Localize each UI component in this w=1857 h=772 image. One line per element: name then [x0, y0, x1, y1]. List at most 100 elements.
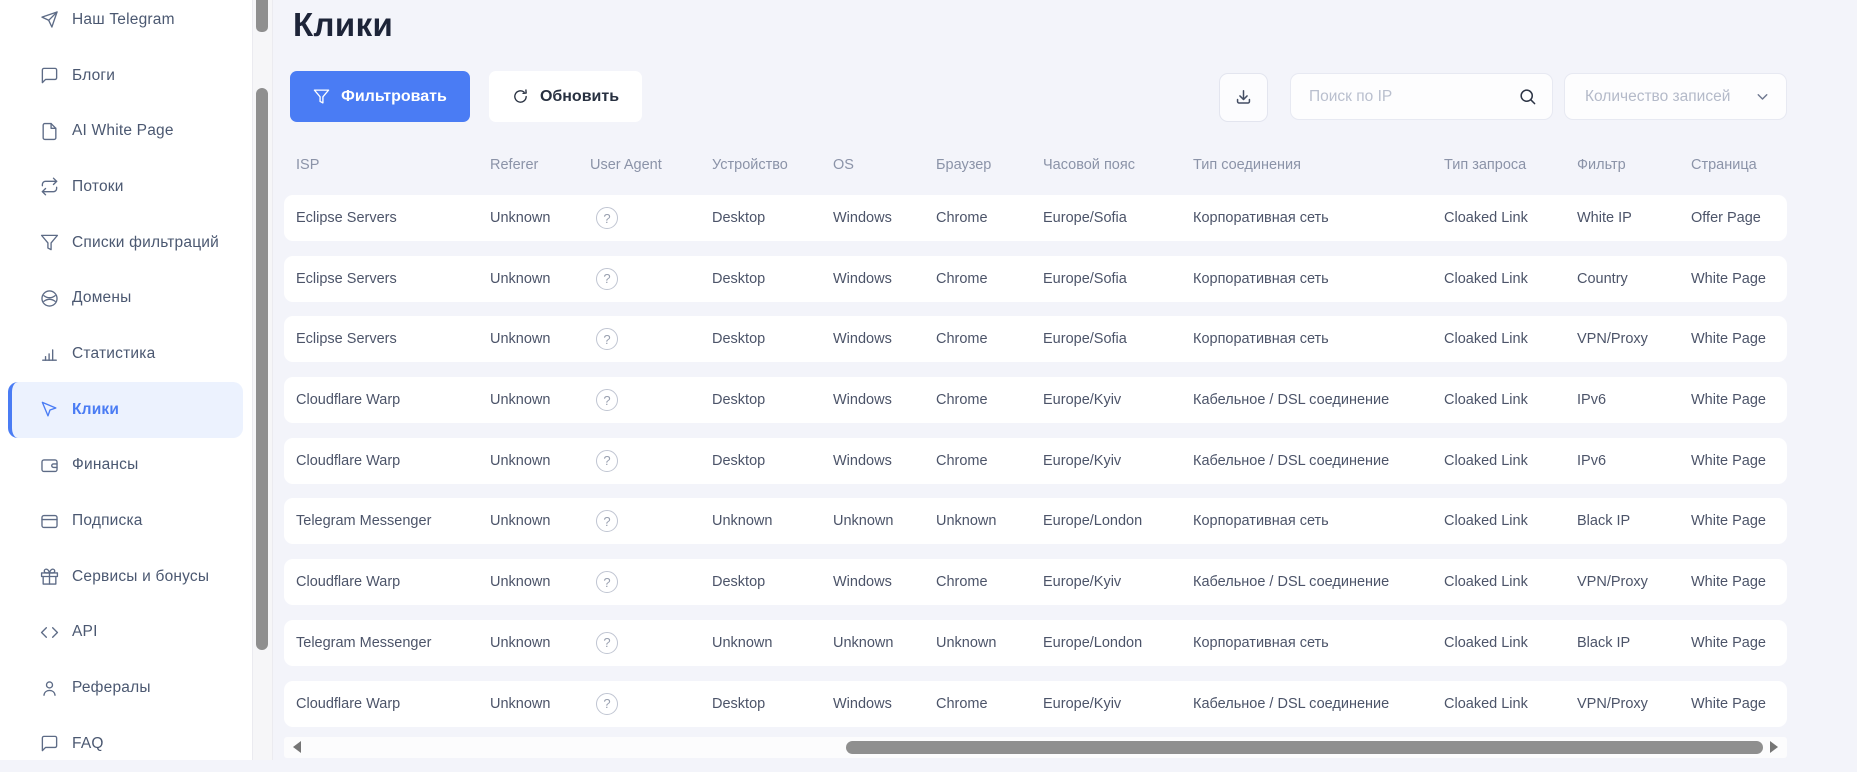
sidebar-item-chat-1[interactable]: Блоги [0, 48, 252, 104]
column-header-timezone: Часовой пояс [1043, 157, 1193, 173]
cell-os: Windows [833, 210, 936, 226]
cell-browser: Unknown [936, 635, 1043, 651]
cell-page: White Page [1691, 453, 1787, 469]
sidebar-item-globe-5[interactable]: Домены [0, 270, 252, 326]
sidebar-item-label: Подписка [72, 512, 143, 530]
cell-request_type: Cloaked Link [1444, 635, 1577, 651]
table-row-5: Telegram MessengerUnknown?UnknownUnknown… [284, 498, 1787, 544]
scroll-left-arrow-icon[interactable] [293, 741, 301, 753]
sidebar: Наш Telegram БлогиAI White Page Потоки Спис… [0, 0, 252, 760]
cell-connection: Корпоративная сеть [1193, 513, 1444, 529]
refresh-button[interactable]: Обновить [489, 71, 642, 122]
horizontal-scrollbar-track[interactable] [284, 737, 1787, 758]
sidebar-item-cursor-7[interactable]: Клики [8, 382, 243, 438]
cell-page: White Page [1691, 635, 1787, 651]
cell-referer: Unknown [490, 635, 590, 651]
cell-request_type: Cloaked Link [1444, 513, 1577, 529]
table-row-4: Cloudflare WarpUnknown?DesktopWindowsChr… [284, 438, 1787, 484]
cell-page: White Page [1691, 271, 1787, 287]
column-header-isp: ISP [296, 157, 490, 173]
search-icon[interactable] [1518, 87, 1537, 106]
sidebar-item-label: Клики [72, 401, 119, 419]
cell-request_type: Cloaked Link [1444, 331, 1577, 347]
table-row-6: Cloudflare WarpUnknown?DesktopWindowsChr… [284, 559, 1787, 605]
sidebar-item-streams-3[interactable]: Потоки [0, 159, 252, 215]
question-mark-icon[interactable]: ? [596, 268, 618, 290]
funnel-icon [40, 233, 59, 252]
streams-icon [40, 177, 59, 196]
table-header-row: ISPRefererUser AgentУстройствоOSБраузерЧ… [284, 144, 1787, 186]
cell-timezone: Europe/Sofia [1043, 210, 1193, 226]
cell-isp: Cloudflare Warp [296, 453, 490, 469]
cell-device: Desktop [712, 696, 833, 712]
search-box [1290, 73, 1553, 120]
question-mark-icon[interactable]: ? [596, 450, 618, 472]
sidebar-item-chat-13[interactable]: FAQ [0, 716, 252, 772]
sidebar-scrollbar-thumb[interactable] [256, 88, 268, 650]
chevron-down-icon [1754, 88, 1771, 105]
column-header-device: Устройство [712, 157, 833, 173]
download-button[interactable] [1219, 73, 1268, 122]
question-mark-icon[interactable]: ? [596, 571, 618, 593]
cell-isp: Eclipse Servers [296, 210, 490, 226]
question-mark-icon[interactable]: ? [596, 510, 618, 532]
horizontal-scrollbar-thumb[interactable] [846, 741, 1763, 754]
refresh-button-label: Обновить [540, 88, 619, 106]
cell-browser: Chrome [936, 696, 1043, 712]
cell-os: Windows [833, 331, 936, 347]
cell-referer: Unknown [490, 271, 590, 287]
sidebar-item-wallet-8[interactable]: Финансы [0, 438, 252, 494]
cell-filter: Black IP [1577, 513, 1691, 529]
funnel-icon [313, 88, 330, 105]
cell-os: Windows [833, 271, 936, 287]
sidebar-item-label: Потоки [72, 178, 124, 196]
scroll-right-arrow-icon[interactable] [1770, 741, 1778, 753]
refresh-icon [512, 88, 529, 105]
sidebar-item-page-2[interactable]: AI White Page [0, 103, 252, 159]
main-content: Клики Фильтровать Обновить Количество за… [273, 0, 1857, 760]
cell-page: Offer Page [1691, 210, 1787, 226]
table-body: Eclipse ServersUnknown?DesktopWindowsChr… [284, 195, 1787, 741]
sidebar-item-stats-6[interactable]: Статистика [0, 326, 252, 382]
cell-device: Desktop [712, 574, 833, 590]
cell-filter: Black IP [1577, 635, 1691, 651]
sidebar-item-code-11[interactable]: API [0, 605, 252, 661]
cell-referer: Unknown [490, 392, 590, 408]
cell-isp: Telegram Messenger [296, 513, 490, 529]
sidebar-item-label: Наш Telegram [72, 11, 175, 29]
filter-button[interactable]: Фильтровать [290, 71, 470, 122]
cell-page: White Page [1691, 331, 1787, 347]
cell-request_type: Cloaked Link [1444, 271, 1577, 287]
sidebar-item-funnel-4[interactable]: Списки фильтраций [0, 215, 252, 271]
search-input[interactable] [1291, 88, 1518, 106]
question-mark-icon[interactable]: ? [596, 389, 618, 411]
records-count-dropdown[interactable]: Количество записей [1564, 73, 1787, 120]
sidebar-item-gift-10[interactable]: Сервисы и бонусы [0, 549, 252, 605]
question-mark-icon[interactable]: ? [596, 207, 618, 229]
cell-isp: Eclipse Servers [296, 271, 490, 287]
table-row-1: Eclipse ServersUnknown? DesktopWindowsChr… [284, 256, 1787, 302]
sidebar-item-user-12[interactable]: Рефералы [0, 660, 252, 716]
question-mark-icon[interactable]: ? [596, 632, 618, 654]
scrollbar-thumb-top[interactable] [256, 0, 268, 32]
question-mark-icon[interactable]: ? [596, 328, 618, 350]
column-header-filter: Фильтр [1577, 157, 1691, 173]
sidebar-item-card-9[interactable]: Подписка [0, 493, 252, 549]
cell-page: White Page [1691, 574, 1787, 590]
cell-referer: Unknown [490, 331, 590, 347]
cell-connection: Кабельное / DSL соединение [1193, 696, 1444, 712]
cell-device: Desktop [712, 392, 833, 408]
cell-device: Unknown [712, 513, 833, 529]
cell-connection: Корпоративная сеть [1193, 331, 1444, 347]
sidebar-item-telegram-0[interactable]: Наш Telegram [0, 0, 252, 48]
cell-browser: Chrome [936, 271, 1043, 287]
cell-referer: Unknown [490, 696, 590, 712]
cell-device: Desktop [712, 271, 833, 287]
question-mark-icon[interactable]: ? [596, 693, 618, 715]
sidebar-scrollbar-track[interactable] [252, 0, 273, 760]
sidebar-item-label: API [72, 623, 98, 641]
cell-filter: VPN/Proxy [1577, 696, 1691, 712]
cell-filter: Country [1577, 271, 1691, 287]
cell-browser: Chrome [936, 210, 1043, 226]
cell-os: Unknown [833, 635, 936, 651]
